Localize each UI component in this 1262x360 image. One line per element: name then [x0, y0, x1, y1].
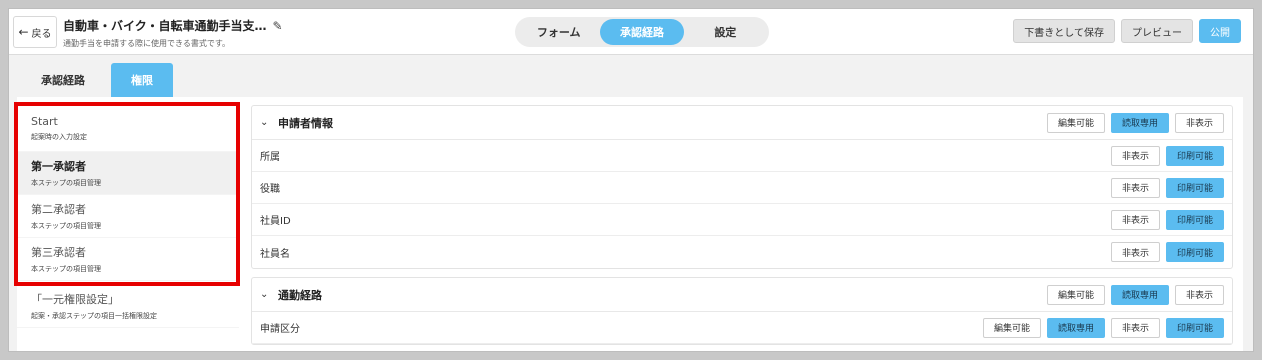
arrow-left-icon: ←	[18, 25, 29, 39]
field-row: 所属 非表示 印刷可能	[252, 140, 1232, 172]
editable-button[interactable]: 編集可能	[1046, 284, 1105, 305]
hidden-button[interactable]: 非表示	[1110, 242, 1160, 262]
step-name: Start	[31, 115, 58, 128]
hidden-button[interactable]: 非表示	[1110, 209, 1160, 230]
readonly-button[interactable]: 読取専用	[1110, 284, 1169, 305]
hidden-button[interactable]: 非表示	[1110, 177, 1160, 198]
title-block: 自動車・バイク・自転車通勤手当支… ✎ 通勤手当を申請する際に使用できる書式です…	[63, 17, 283, 49]
printable-button[interactable]: 印刷可能	[1165, 242, 1224, 262]
page-title: 自動車・バイク・自転車通勤手当支…	[63, 19, 267, 33]
field-row: 申請区分 編集可能 読取専用 非表示 印刷可能	[252, 312, 1232, 344]
chevron-down-icon[interactable]: ⌄	[260, 289, 278, 300]
step-desc: 本ステップの項目管理	[31, 179, 101, 187]
section-card: ⌄ 通勤経路 編集可能 読取専用 非表示 申請区分 編集可能 読取専用 非表示 …	[251, 277, 1233, 345]
step-first-approver[interactable]: 第一承認者 本ステップの項目管理	[17, 152, 239, 195]
step-name: 第二承認者	[31, 203, 86, 216]
hidden-button[interactable]: 非表示	[1110, 317, 1160, 338]
tab-approval-route[interactable]: 承認経路	[600, 19, 684, 45]
permission-sections: ⌄ 申請者情報 編集可能 読取専用 非表示 所属 非表示 印刷可能 役職 非表示…	[251, 105, 1233, 351]
step-second-approver[interactable]: 第二承認者 本ステップの項目管理	[17, 195, 239, 238]
step-desc: 起案・承認ステップの項目一括権限設定	[31, 312, 157, 320]
section-header[interactable]: ⌄ 申請者情報 編集可能 読取専用 非表示	[252, 106, 1232, 140]
field-label: 社員ID	[260, 216, 291, 227]
tab-settings[interactable]: 設定	[684, 19, 767, 45]
chevron-down-icon[interactable]: ⌄	[260, 117, 278, 128]
publish-button[interactable]: 公開	[1199, 19, 1241, 43]
field-row: 社員ID 非表示 印刷可能	[252, 204, 1232, 236]
app-window: ← 戻る 自動車・バイク・自転車通勤手当支… ✎ 通勤手当を申請する際に使用でき…	[8, 8, 1254, 352]
field-row: 役職 非表示 印刷可能	[252, 172, 1232, 204]
step-name: 第三承認者	[31, 246, 86, 259]
back-label: 戻る	[31, 28, 52, 40]
sub-tabs: 承認経路 権限	[21, 63, 173, 97]
step-third-approver[interactable]: 第三承認者 本ステップの項目管理	[17, 238, 239, 281]
pencil-icon[interactable]: ✎	[273, 19, 283, 33]
editable-button[interactable]: 編集可能	[1046, 112, 1105, 133]
permissions-content: Start 起案時の入力設定 第一承認者 本ステップの項目管理 第二承認者 本ス…	[14, 97, 1243, 351]
hidden-button[interactable]: 非表示	[1174, 284, 1224, 305]
header: ← 戻る 自動車・バイク・自転車通勤手当支… ✎ 通勤手当を申請する際に使用でき…	[9, 9, 1253, 55]
printable-button[interactable]: 印刷可能	[1165, 317, 1224, 338]
section-title: 通勤経路	[278, 288, 322, 302]
readonly-button[interactable]: 読取専用	[1110, 112, 1169, 133]
hidden-button[interactable]: 非表示	[1174, 112, 1224, 133]
field-label: 申請区分	[260, 324, 300, 335]
field-row: 社員名 非表示 印刷可能	[252, 236, 1232, 268]
step-list: Start 起案時の入力設定 第一承認者 本ステップの項目管理 第二承認者 本ス…	[14, 97, 240, 351]
printable-button[interactable]: 印刷可能	[1165, 209, 1224, 230]
hidden-button[interactable]: 非表示	[1110, 145, 1160, 166]
page-subtitle: 通勤手当を申請する際に使用できる書式です。	[63, 39, 231, 48]
subtab-permissions[interactable]: 権限	[111, 63, 173, 97]
editable-button[interactable]: 編集可能	[982, 317, 1041, 338]
step-desc: 本ステップの項目管理	[31, 265, 101, 273]
step-desc: 本ステップの項目管理	[31, 222, 101, 230]
step-bulk-permissions[interactable]: 「一元権限設定」 起案・承認ステップの項目一括権限設定	[17, 285, 239, 328]
step-name: 第一承認者	[31, 160, 86, 173]
printable-button[interactable]: 印刷可能	[1165, 177, 1224, 198]
mode-tabs: フォーム 承認経路 設定	[515, 17, 769, 47]
tab-form[interactable]: フォーム	[517, 19, 600, 45]
save-draft-button[interactable]: 下書きとして保存	[1013, 19, 1115, 43]
subtab-approval-route[interactable]: 承認経路	[21, 63, 105, 97]
readonly-button[interactable]: 読取専用	[1046, 317, 1105, 338]
step-start[interactable]: Start 起案時の入力設定	[17, 109, 239, 152]
step-name: 「一元権限設定」	[31, 293, 119, 306]
field-label: 役職	[260, 184, 280, 195]
section-header[interactable]: ⌄ 通勤経路 編集可能 読取専用 非表示	[252, 278, 1232, 312]
section-card: ⌄ 申請者情報 編集可能 読取専用 非表示 所属 非表示 印刷可能 役職 非表示…	[251, 105, 1233, 269]
section-title: 申請者情報	[278, 116, 333, 130]
step-desc: 起案時の入力設定	[31, 133, 87, 141]
preview-button[interactable]: プレビュー	[1121, 19, 1193, 43]
field-label: 社員名	[260, 248, 290, 260]
field-label: 所属	[260, 152, 280, 163]
back-button[interactable]: ← 戻る	[13, 16, 57, 48]
printable-button[interactable]: 印刷可能	[1165, 145, 1224, 166]
header-actions: 下書きとして保存 プレビュー 公開	[1013, 19, 1241, 43]
